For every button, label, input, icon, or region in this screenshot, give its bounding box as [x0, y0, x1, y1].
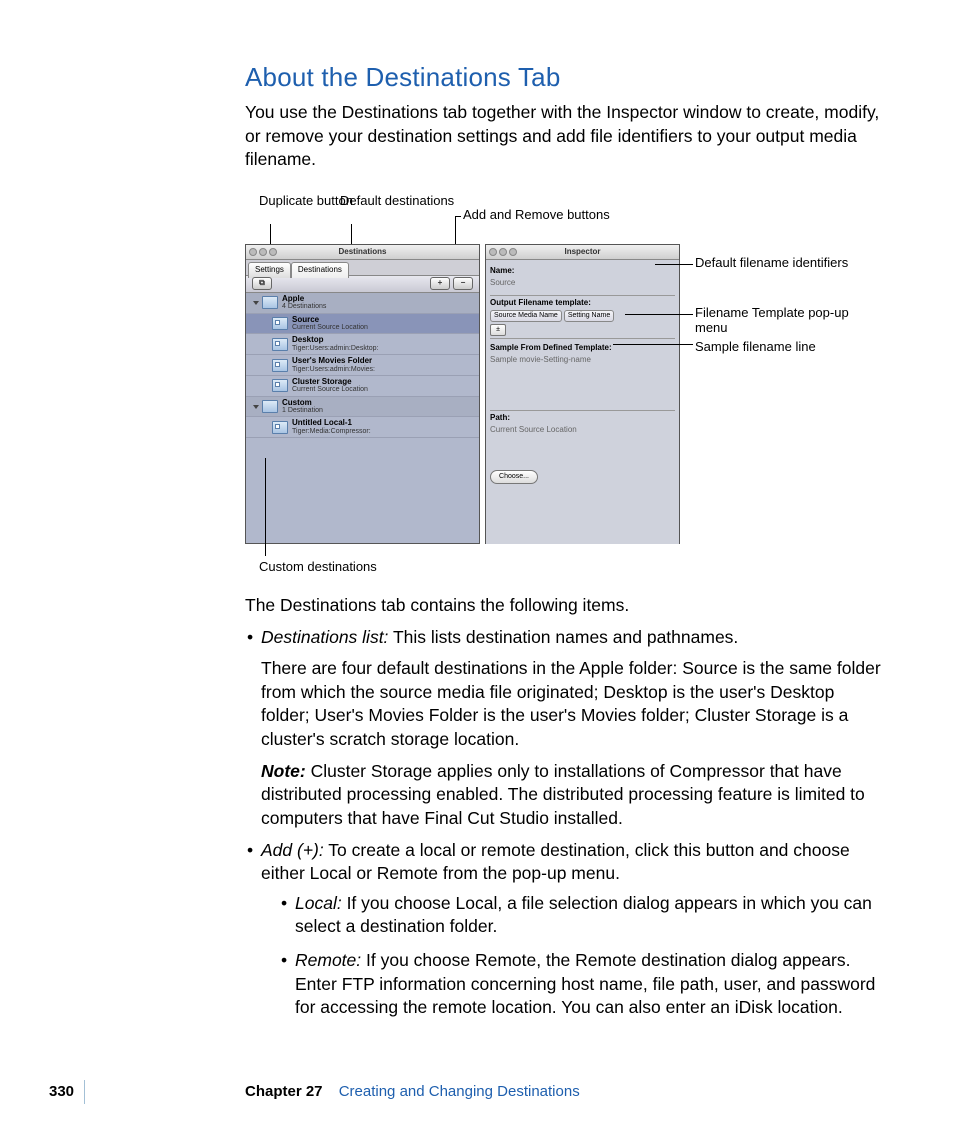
window-title: Destinations	[338, 247, 386, 256]
intro-paragraph: You use the Destinations tab together wi…	[245, 101, 885, 172]
list-text: If you choose Local, a file selection di…	[295, 893, 872, 937]
tab-destinations[interactable]: Destinations	[291, 262, 349, 278]
footer-chapter: Chapter 27 Creating and Changing Destina…	[245, 1082, 580, 1102]
callout-default-filename: Default filename identifiers	[695, 256, 865, 271]
template-label: Output Filename template:	[490, 298, 675, 309]
page-title: About the Destinations Tab	[245, 60, 885, 95]
window-titlebar: Destinations	[246, 245, 479, 260]
note-label: Note:	[261, 761, 306, 781]
bullet-list: Destinations list: This lists destinatio…	[245, 626, 885, 1020]
tab-settings[interactable]: Settings	[248, 262, 291, 278]
list-item: Remote: If you choose Remote, the Remote…	[279, 949, 885, 1020]
window-titlebar: Inspector	[486, 245, 679, 260]
list-text: To create a local or remote destination,…	[261, 840, 850, 884]
folder-icon	[262, 400, 278, 413]
template-popup-button[interactable]: ±	[490, 324, 506, 336]
term: Remote:	[295, 950, 361, 970]
term: Add (+):	[261, 840, 324, 860]
inspector-window: Inspector Name: Source Output Filename t…	[485, 244, 680, 544]
chapter-title: Creating and Changing Destinations	[339, 1083, 580, 1100]
footer-divider	[84, 1080, 85, 1104]
chapter-number: Chapter 27	[245, 1083, 323, 1100]
note-text: Cluster Storage applies only to installa…	[261, 761, 865, 828]
list-text: If you choose Remote, the Remote destina…	[295, 950, 875, 1017]
duplicate-button[interactable]: ⧉	[252, 277, 272, 290]
destination-icon	[272, 421, 288, 434]
callout-duplicate: Duplicate button	[259, 194, 353, 209]
term: Destinations list:	[261, 627, 388, 647]
dest-item-source[interactable]: SourceCurrent Source Location	[246, 314, 479, 335]
destination-icon	[272, 379, 288, 392]
list-item: Add (+): To create a local or remote des…	[245, 839, 885, 1020]
callout-row: Duplicate button Default destinations Ad…	[245, 194, 885, 244]
callout-default-dest: Default destinations	[340, 194, 454, 209]
window-title: Inspector	[564, 247, 600, 256]
dest-item-cluster[interactable]: Cluster StorageCurrent Source Location	[246, 376, 479, 397]
lead-paragraph: The Destinations tab contains the follow…	[245, 594, 885, 618]
callout-filename-template: Filename Template pop-up menu	[695, 306, 865, 336]
choose-button[interactable]: Choose...	[490, 470, 538, 484]
term: Local:	[295, 893, 342, 913]
list-text: This lists destination names and pathnam…	[388, 627, 738, 647]
callout-custom-dest: Custom destinations	[259, 558, 377, 576]
sample-value: Sample movie-Setting-name	[490, 354, 675, 370]
page-number: 330	[49, 1082, 74, 1102]
add-button[interactable]: +	[430, 277, 450, 290]
name-label: Name:	[490, 266, 675, 277]
path-label: Path:	[490, 413, 675, 424]
path-value: Current Source Location	[490, 424, 675, 440]
dest-item-custom[interactable]: Untitled Local-1Tiger:Media:Compressor:	[246, 417, 479, 438]
folder-icon	[262, 296, 278, 309]
remove-button[interactable]: −	[453, 277, 473, 290]
destination-icon	[272, 317, 288, 330]
template-tag[interactable]: Setting Name	[564, 310, 614, 322]
note-paragraph: Note: Cluster Storage applies only to in…	[261, 760, 885, 831]
destinations-list: Apple4 Destinations SourceCurrent Source…	[246, 293, 479, 438]
destination-icon	[272, 359, 288, 372]
destinations-window: Destinations Settings Destinations ⧉ + −…	[245, 244, 480, 544]
sample-label: Sample From Defined Template:	[490, 343, 675, 354]
list-item: Destinations list: This lists destinatio…	[245, 626, 885, 831]
figure: Destinations Settings Destinations ⧉ + −…	[245, 244, 885, 552]
folder-custom[interactable]: Custom1 Destination	[246, 397, 479, 418]
destination-icon	[272, 338, 288, 351]
template-tag[interactable]: Source Media Name	[490, 310, 562, 322]
dest-item-desktop[interactable]: DesktopTiger:Users:admin:Desktop:	[246, 334, 479, 355]
list-item: Local: If you choose Local, a file selec…	[279, 892, 885, 939]
callout-sample-line: Sample filename line	[695, 340, 865, 355]
list-paragraph: There are four default destinations in t…	[261, 657, 885, 752]
folder-apple[interactable]: Apple4 Destinations	[246, 293, 479, 314]
dest-item-movies[interactable]: User's Movies FolderTiger:Users:admin:Mo…	[246, 355, 479, 376]
callout-add-remove: Add and Remove buttons	[463, 208, 610, 223]
name-value: Source	[490, 277, 675, 293]
